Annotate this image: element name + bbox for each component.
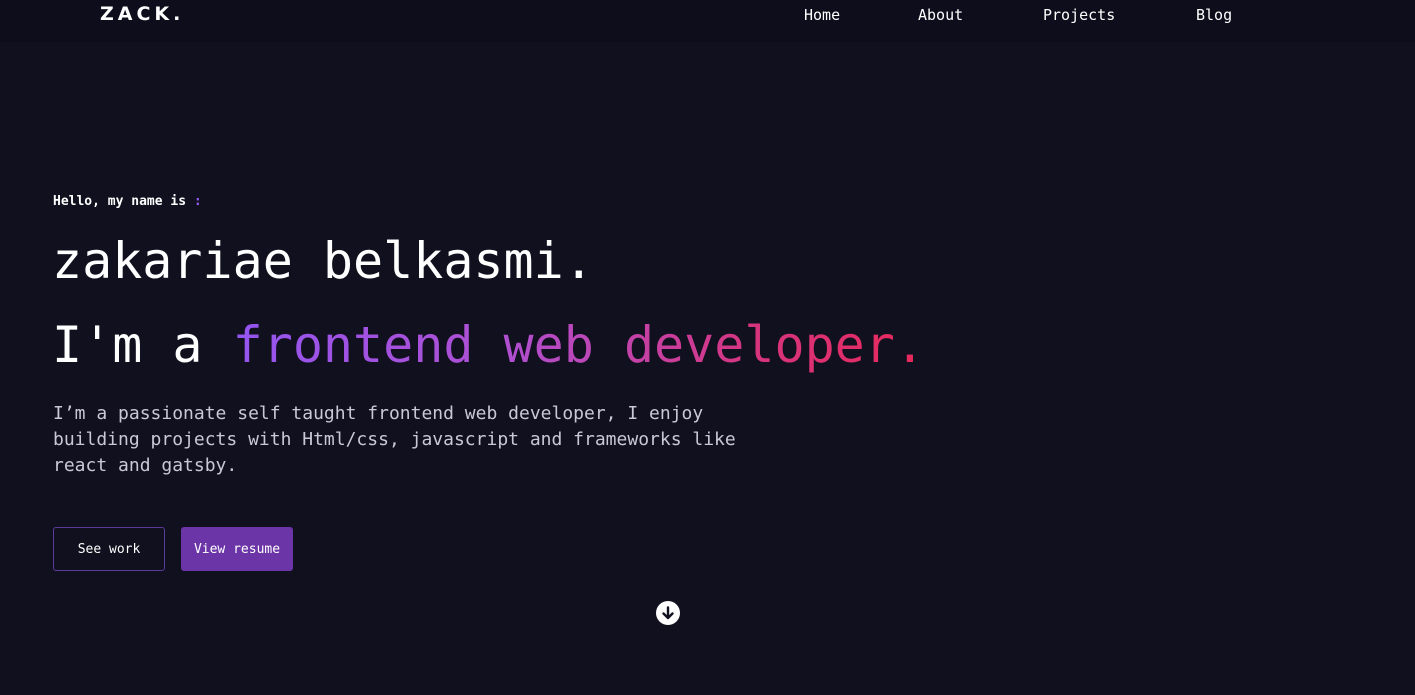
nav-link-home[interactable]: Home bbox=[804, 6, 840, 24]
nav-link-projects[interactable]: Projects bbox=[1043, 6, 1115, 24]
arrow-down-circle-icon[interactable] bbox=[656, 601, 680, 625]
see-work-button[interactable]: See work bbox=[53, 527, 165, 571]
hero-bio: I’m a passionate self taught frontend we… bbox=[53, 403, 736, 476]
greeting-text: Hello, my name is : bbox=[53, 194, 202, 209]
view-resume-button[interactable]: View resume bbox=[181, 527, 293, 571]
greeting-colon: : bbox=[193, 194, 202, 209]
navbar: ZACK. Home About Projects Blog bbox=[0, 0, 1415, 42]
hero-name: zakariae belkasmi. bbox=[52, 232, 594, 290]
arrow-down-glyph bbox=[662, 606, 674, 620]
nav-link-about[interactable]: About bbox=[918, 6, 963, 24]
hero-role: I'm a frontend web developer. bbox=[52, 316, 925, 374]
role-highlight: frontend web developer. bbox=[232, 316, 925, 374]
page: ZACK. Home About Projects Blog Hello, my… bbox=[0, 0, 1415, 695]
nav-link-blog[interactable]: Blog bbox=[1196, 6, 1232, 24]
logo[interactable]: ZACK. bbox=[100, 3, 184, 25]
role-prefix: I'm a bbox=[52, 316, 233, 374]
greeting-label: Hello, my name is bbox=[53, 194, 187, 209]
